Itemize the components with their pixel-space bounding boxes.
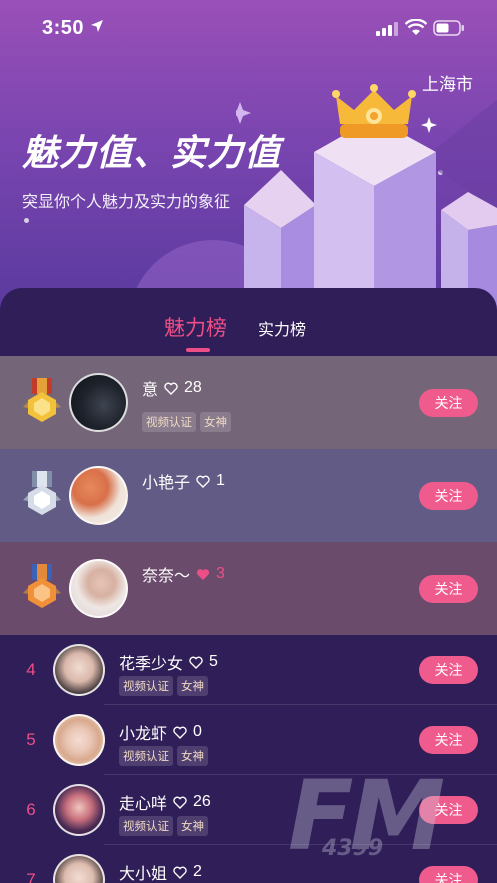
location-arrow-icon xyxy=(91,20,103,32)
user-name: 小龙虾 xyxy=(119,726,168,743)
crown-icon xyxy=(332,84,416,138)
silver-medal-icon xyxy=(23,471,61,515)
tab-strength[interactable]: 实力榜 xyxy=(258,316,306,340)
rank-number: 6 xyxy=(26,800,36,819)
follow-button[interactable]: 关注 xyxy=(419,656,478,684)
user-tags: 视频认证 女神 xyxy=(119,816,208,836)
avatar[interactable] xyxy=(69,466,128,525)
ranking-row-1[interactable]: 意 28 视频认证 女神 关注 xyxy=(0,356,497,449)
ranking-tabs: 魅力榜 实力榜 xyxy=(0,288,497,356)
like-count: 1 xyxy=(216,472,225,489)
avatar[interactable] xyxy=(53,714,105,766)
cellular-signal-icon xyxy=(376,22,398,36)
heart-outline-icon xyxy=(189,656,203,669)
heart-outline-icon xyxy=(164,382,178,395)
user-name: 花季少女 xyxy=(119,656,184,673)
tag-goddess: 女神 xyxy=(200,412,231,432)
gold-medal-icon xyxy=(23,378,61,422)
user-name: 大小姐 xyxy=(119,866,168,883)
user-name-line: 小龙虾 0 xyxy=(119,720,202,744)
avatar[interactable] xyxy=(69,373,128,432)
tag-goddess: 女神 xyxy=(177,676,208,696)
user-name: 走心咩 xyxy=(119,796,168,813)
tag-video-verified: 视频认证 xyxy=(119,746,173,766)
user-name-line: 走心咩 26 xyxy=(119,790,211,814)
user-name-line: 小艳子 1 xyxy=(142,469,225,493)
heart-outline-icon xyxy=(196,475,210,488)
avatar[interactable] xyxy=(53,854,105,883)
heart-outline-icon xyxy=(173,866,187,879)
list-item[interactable]: 4 花季少女 5 视频认证 女神 关注 xyxy=(0,635,497,705)
tab-charm[interactable]: 魅力榜 xyxy=(164,312,227,342)
avatar[interactable] xyxy=(53,784,105,836)
battery-icon xyxy=(433,20,464,36)
ranking-row-2[interactable]: 小艳子 1 关注 xyxy=(0,449,497,542)
status-bar: 3:50 xyxy=(0,0,497,56)
wifi-icon xyxy=(405,19,427,35)
follow-button[interactable]: 关注 xyxy=(419,482,478,510)
like-count: 5 xyxy=(209,653,218,670)
heart-outline-icon xyxy=(173,726,187,739)
bronze-medal-icon xyxy=(23,564,61,608)
user-tags: 视频认证 女神 xyxy=(119,676,208,696)
follow-button[interactable]: 关注 xyxy=(419,575,478,603)
tag-video-verified: 视频认证 xyxy=(119,676,173,696)
towers-illustration xyxy=(236,84,497,310)
like-count: 28 xyxy=(184,379,202,396)
user-name-line: 奈奈～ 3 xyxy=(142,562,225,586)
decor-dot xyxy=(24,218,29,223)
watermark-logo: FM 4399 xyxy=(288,760,488,880)
tag-goddess: 女神 xyxy=(177,816,208,836)
tag-video-verified: 视频认证 xyxy=(142,412,196,432)
user-name: 意 xyxy=(142,382,159,399)
rank-number: 5 xyxy=(26,730,36,749)
tag-video-verified: 视频认证 xyxy=(119,816,173,836)
user-tags: 视频认证 女神 xyxy=(142,412,231,432)
status-time: 3:50 xyxy=(42,17,85,39)
ranking-row-3[interactable]: 奈奈～ 3 关注 xyxy=(0,542,497,635)
avatar[interactable] xyxy=(69,559,128,618)
like-count: 0 xyxy=(193,723,202,740)
tag-goddess: 女神 xyxy=(177,746,208,766)
user-name-line: 大小姐 2 xyxy=(119,860,202,883)
watermark-sub: 4399 xyxy=(322,836,384,861)
rank-number: 7 xyxy=(26,870,36,883)
like-count: 2 xyxy=(193,863,202,880)
user-name: 奈奈～ xyxy=(142,568,191,585)
heart-filled-icon xyxy=(196,568,210,580)
follow-button[interactable]: 关注 xyxy=(419,726,478,754)
rank-number: 4 xyxy=(26,660,36,679)
like-count: 26 xyxy=(193,793,211,810)
user-name: 小艳子 xyxy=(142,475,191,492)
avatar[interactable] xyxy=(53,644,105,696)
follow-button[interactable]: 关注 xyxy=(419,389,478,417)
hero-subtitle: 突显你个人魅力及实力的象征 xyxy=(22,194,231,211)
heart-outline-icon xyxy=(173,796,187,809)
hero-banner: 3:50 上海市 魅力值、实力值 突显你个人魅力及实力的象征 xyxy=(0,0,497,310)
like-count: 3 xyxy=(216,565,225,582)
user-name-line: 花季少女 5 xyxy=(119,650,218,674)
user-name-line: 意 28 xyxy=(142,376,202,400)
tab-active-indicator xyxy=(186,348,210,352)
user-tags: 视频认证 女神 xyxy=(119,746,208,766)
